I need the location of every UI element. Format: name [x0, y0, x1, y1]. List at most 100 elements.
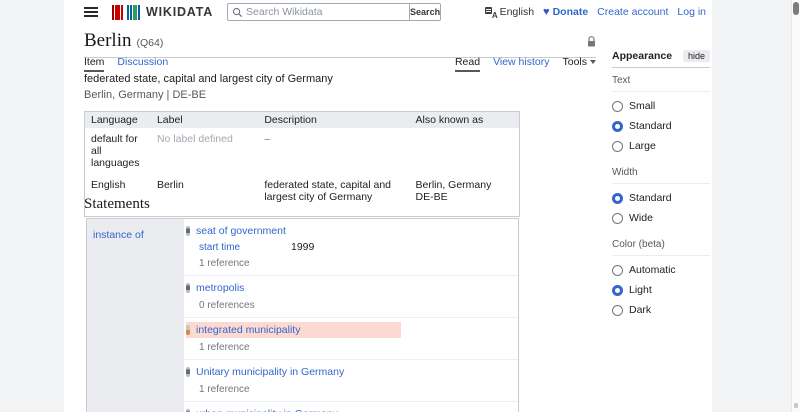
appearance-title: Appearance	[612, 50, 673, 62]
cell-aliases	[410, 128, 520, 174]
cell-description: federated state, capital and largest cit…	[264, 179, 392, 203]
header-user-links: A English ♥ Donate Create account Log in	[484, 6, 706, 20]
language-icon: A	[484, 6, 498, 20]
statement-value-link[interactable]: integrated municipality	[196, 324, 300, 336]
radio-label: Wide	[629, 212, 653, 224]
tab-discussion[interactable]: Discussion	[117, 56, 168, 70]
radio-label: Large	[629, 140, 656, 152]
entity-id: (Q64)	[136, 37, 164, 49]
tab-read[interactable]: Read	[454, 56, 481, 72]
qualifier-value: 1999	[291, 241, 315, 253]
rank-selector-icon[interactable]	[186, 226, 190, 236]
chevron-down-icon	[590, 60, 596, 65]
wikidata-logo[interactable]: WIKIDATA	[112, 4, 213, 20]
hide-appearance-button[interactable]: hide	[682, 50, 710, 62]
property-link-instance-of[interactable]: instance of	[93, 229, 144, 241]
tools-label: Tools	[562, 56, 587, 68]
table-row: default for all languages No label defin…	[85, 128, 519, 174]
protection-lock-icon[interactable]	[587, 35, 596, 47]
statement-value-link[interactable]: urban municipality in Germany	[196, 408, 338, 412]
statement-group: instance of seat of government start tim…	[86, 218, 519, 412]
radio-width-standard[interactable]: Standard	[612, 192, 710, 204]
references-toggle[interactable]: 0 references	[199, 299, 518, 312]
cell-description: –	[264, 133, 271, 145]
radio-icon-checked	[612, 120, 623, 132]
text-section-label: Text	[612, 68, 710, 92]
menu-icon[interactable]	[84, 7, 98, 17]
title-block: Berlin (Q64)	[84, 30, 596, 58]
radio-color-light[interactable]: Light	[612, 284, 710, 296]
tab-view-history[interactable]: View history	[493, 56, 549, 70]
description-text: federated state, capital and largest cit…	[84, 73, 333, 85]
statement-value-link[interactable]: metropolis	[196, 282, 244, 294]
terms-header-row: Language Label Description Also known as	[85, 112, 519, 128]
radio-icon	[612, 264, 623, 276]
entity-description: federated state, capital and largest cit…	[84, 73, 564, 101]
tools-menu[interactable]: Tools	[562, 56, 596, 68]
appearance-panel: Appearance hide Text Small Standard Larg…	[612, 50, 710, 324]
width-section-label: Width	[612, 160, 710, 184]
search-button[interactable]: Search	[409, 3, 442, 21]
site-header: WIKIDATA Search A English ♥ Donate Creat…	[64, 0, 712, 24]
search-input[interactable]	[246, 6, 406, 18]
search-box[interactable]	[227, 3, 410, 21]
statement-value-link[interactable]: Unitary municipality in Germany	[196, 366, 344, 378]
radio-label: Dark	[629, 304, 652, 316]
radio-label: Small	[629, 100, 656, 112]
cell-label: Berlin	[156, 179, 184, 191]
language-selector[interactable]: A English	[484, 6, 535, 20]
create-account-link[interactable]: Create account	[597, 6, 668, 18]
wikidata-item-page: WIKIDATA Search A English ♥ Donate Creat…	[0, 0, 800, 412]
donate-label: Donate	[552, 6, 589, 18]
search-icon	[232, 7, 243, 17]
claims-column: seat of government start time 1999 1 ref…	[184, 219, 518, 412]
appearance-header: Appearance hide	[612, 50, 710, 68]
col-language: Language	[85, 112, 151, 128]
statement-value-link[interactable]: seat of government	[196, 225, 286, 237]
radio-label: Automatic	[629, 264, 676, 276]
radio-icon	[612, 140, 623, 152]
cell-language: default for all languages	[91, 133, 140, 169]
rank-selector-icon[interactable]	[186, 367, 190, 377]
login-link[interactable]: Log in	[677, 6, 706, 18]
radio-icon-checked	[612, 192, 623, 204]
radio-color-dark[interactable]: Dark	[612, 304, 710, 316]
radio-text-small[interactable]: Small	[612, 100, 710, 112]
col-description: Description	[258, 112, 410, 128]
references-toggle[interactable]: 1 reference	[199, 341, 518, 354]
statement-claim: metropolis 0 references	[184, 275, 518, 317]
references-toggle[interactable]: 1 reference	[199, 383, 518, 396]
scrollbar-end-mark	[794, 403, 798, 408]
highlighted-statement: integrated municipality	[186, 322, 401, 338]
radio-text-large[interactable]: Large	[612, 140, 710, 152]
radio-icon-checked	[612, 284, 623, 296]
page-tabs: Item Discussion Read View history Tools	[84, 56, 596, 72]
language-label: English	[499, 6, 535, 18]
qualifier-property-link[interactable]: start time	[199, 242, 291, 253]
radio-color-automatic[interactable]: Automatic	[612, 264, 710, 276]
table-row: English Berlin federated state, capital …	[85, 174, 519, 208]
heart-icon: ♥	[543, 5, 550, 18]
statement-claim: urban municipality in Germany 0 referenc…	[184, 401, 518, 412]
radio-text-standard[interactable]: Standard	[612, 120, 710, 132]
radio-icon	[612, 304, 623, 316]
radio-label: Standard	[629, 192, 672, 204]
aliases-text: Berlin, Germany | DE-BE	[84, 89, 207, 101]
statements-heading: Statements	[84, 196, 150, 212]
vertical-scrollbar[interactable]	[791, 0, 800, 412]
radio-width-wide[interactable]: Wide	[612, 212, 710, 224]
references-toggle[interactable]: 1 reference	[199, 257, 518, 270]
cell-aliases: Berlin, Germany DE-BE	[415, 179, 492, 203]
radio-icon	[612, 100, 623, 112]
search-bar: Search	[227, 3, 442, 21]
donate-link[interactable]: ♥ Donate	[543, 6, 588, 18]
rank-selector-icon-deprecated[interactable]	[186, 325, 190, 335]
tab-item[interactable]: Item	[84, 56, 105, 72]
statement-claim: integrated municipality 1 reference	[184, 317, 518, 359]
qualifier-row: start time 1999	[199, 240, 518, 254]
col-also-known-as: Also known as	[409, 112, 519, 128]
rank-selector-icon[interactable]	[186, 283, 190, 293]
col-label: Label	[150, 112, 259, 128]
scrollbar-thumb[interactable]	[793, 2, 799, 15]
color-section-label: Color (beta)	[612, 232, 710, 256]
